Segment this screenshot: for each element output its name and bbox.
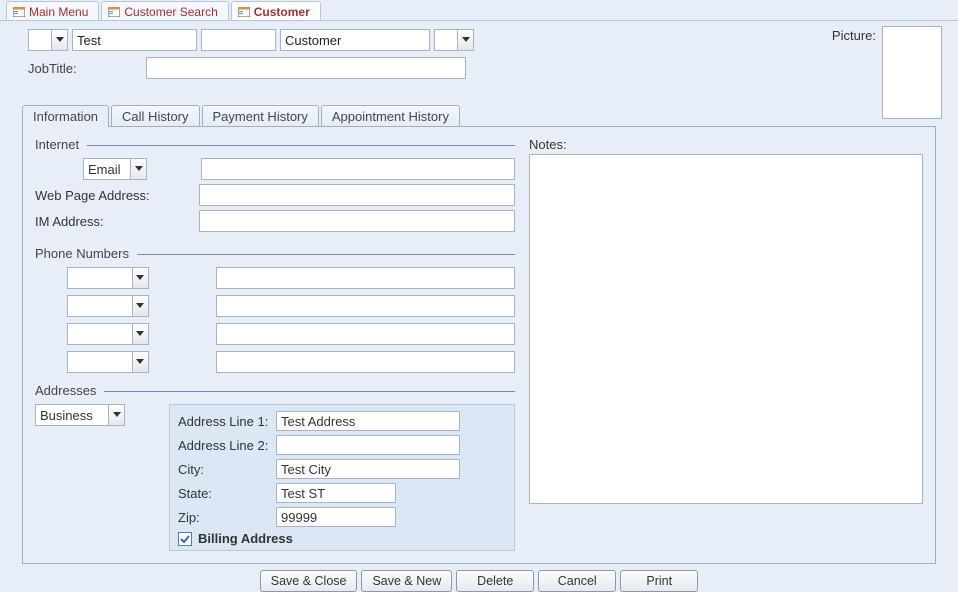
dropdown-arrow-icon: [132, 352, 148, 372]
suffix-combo[interactable]: [434, 29, 474, 51]
save-new-button[interactable]: Save & New: [361, 570, 452, 592]
tab-call-history[interactable]: Call History: [111, 105, 199, 127]
phone-input-1[interactable]: [216, 267, 515, 289]
doc-tab-label: Customer Search: [124, 5, 217, 19]
picture-label: Picture:: [832, 26, 876, 43]
document-tab-strip: Main Menu Customer Search Customer: [0, 0, 958, 21]
address-panel: Address Line 1: Test Address Address Lin…: [169, 404, 515, 551]
phone-type-combo-2[interactable]: [67, 295, 149, 317]
last-name-input[interactable]: Customer: [280, 29, 430, 51]
first-name-input[interactable]: Test: [72, 29, 197, 51]
addr-city-label: City:: [178, 462, 270, 477]
doc-tab-label: Main Menu: [29, 5, 88, 19]
cancel-button[interactable]: Cancel: [538, 570, 616, 592]
address-type-combo[interactable]: Business: [35, 404, 125, 426]
email-type-combo[interactable]: Email: [83, 158, 147, 180]
tab-information[interactable]: Information: [22, 105, 109, 127]
jobtitle-input[interactable]: [146, 57, 466, 79]
im-input[interactable]: [199, 210, 515, 232]
form-icon: [238, 7, 250, 17]
dropdown-arrow-icon: [130, 159, 146, 179]
delete-button[interactable]: Delete: [456, 570, 534, 592]
phone-type-combo-1[interactable]: [67, 267, 149, 289]
billing-label: Billing Address: [198, 531, 293, 546]
addr-zip-label: Zip:: [178, 510, 270, 525]
addr-zip-input[interactable]: 99999: [276, 507, 396, 527]
tab-appointment-history[interactable]: Appointment History: [321, 105, 460, 127]
dropdown-arrow-icon: [108, 405, 124, 425]
phone-type-combo-3[interactable]: [67, 323, 149, 345]
phone-input-3[interactable]: [216, 323, 515, 345]
addr-city-input[interactable]: Test City: [276, 459, 460, 479]
form-icon: [108, 7, 120, 17]
tab-divider: [0, 20, 958, 21]
notes-textarea[interactable]: [529, 154, 923, 504]
save-close-button[interactable]: Save & Close: [260, 570, 358, 592]
dropdown-arrow-icon: [132, 324, 148, 344]
jobtitle-label: JobTitle:: [28, 61, 84, 76]
print-button[interactable]: Print: [620, 570, 698, 592]
information-panel: Internet Email Web Page Address: IM Addr…: [22, 126, 936, 564]
button-row: Save & Close Save & New Delete Cancel Pr…: [16, 570, 942, 592]
addr-line1-label: Address Line 1:: [178, 414, 270, 429]
addr-line2-input[interactable]: [276, 435, 460, 455]
phone-input-4[interactable]: [216, 351, 515, 373]
phone-type-combo-4[interactable]: [67, 351, 149, 373]
dropdown-arrow-icon: [51, 30, 67, 50]
inner-tab-strip: Information Call History Payment History…: [22, 105, 942, 127]
addresses-legend: Addresses: [35, 383, 515, 398]
doc-tab-customer[interactable]: Customer: [231, 1, 321, 21]
email-input[interactable]: [201, 158, 515, 180]
webpage-input[interactable]: [199, 184, 515, 206]
notes-label: Notes:: [529, 137, 923, 152]
internet-legend: Internet: [35, 137, 515, 152]
doc-tab-label: Customer: [254, 5, 310, 19]
middle-name-input[interactable]: [201, 29, 276, 51]
phone-input-2[interactable]: [216, 295, 515, 317]
doc-tab-main-menu[interactable]: Main Menu: [6, 1, 99, 21]
form-icon: [13, 7, 25, 17]
addr-line2-label: Address Line 2:: [178, 438, 270, 453]
addr-state-input[interactable]: Test ST: [276, 483, 396, 503]
addr-state-label: State:: [178, 486, 270, 501]
addr-line1-input[interactable]: Test Address: [276, 411, 460, 431]
billing-checkbox[interactable]: [178, 532, 192, 546]
phones-legend: Phone Numbers: [35, 246, 515, 261]
im-label: IM Address:: [35, 214, 193, 229]
dropdown-arrow-icon: [132, 296, 148, 316]
webpage-label: Web Page Address:: [35, 188, 193, 203]
dropdown-arrow-icon: [457, 30, 473, 50]
tab-payment-history[interactable]: Payment History: [202, 105, 319, 127]
picture-frame[interactable]: [882, 26, 942, 119]
dropdown-arrow-icon: [132, 268, 148, 288]
doc-tab-customer-search[interactable]: Customer Search: [101, 1, 228, 21]
prefix-combo[interactable]: [28, 29, 68, 51]
